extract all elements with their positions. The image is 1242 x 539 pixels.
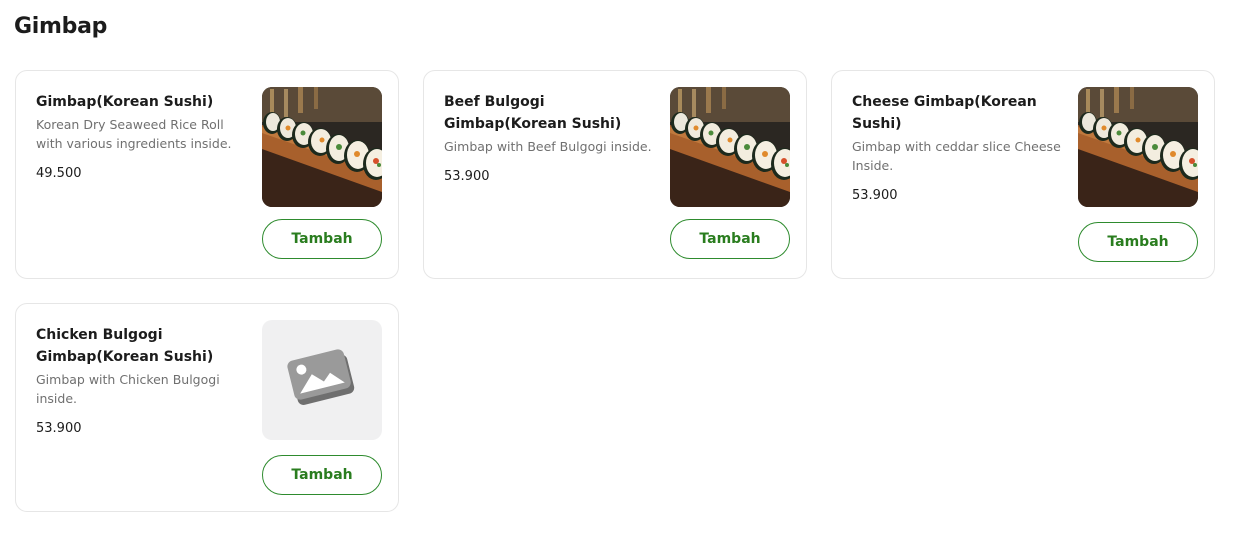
menu-item-card[interactable]: Gimbap(Korean Sushi) Korean Dry Seaweed … [15,70,399,279]
add-to-cart-button[interactable]: Tambah [262,455,382,495]
item-description: Korean Dry Seaweed Rice Roll with variou… [36,117,232,151]
menu-item-card[interactable]: Chicken Bulgogi Gimbap(Korean Sushi) Gim… [15,303,399,512]
item-name: Cheese Gimbap(Korean Sushi) [852,94,1037,132]
add-to-cart-button[interactable]: Tambah [262,219,382,259]
item-description: Gimbap with ceddar slice Cheese Inside. [852,139,1061,173]
menu-item-card[interactable]: Cheese Gimbap(Korean Sushi) Gimbap with … [831,70,1215,279]
item-name: Beef Bulgogi Gimbap(Korean Sushi) [444,94,622,132]
item-photo-placeholder [262,320,382,440]
item-photo[interactable] [670,87,790,207]
add-to-cart-button[interactable]: Tambah [1078,222,1198,262]
item-price: 53.900 [36,421,82,436]
item-price: 53.900 [852,188,898,203]
item-name: Gimbap(Korean Sushi) [36,94,214,110]
add-to-cart-button[interactable]: Tambah [670,219,790,259]
menu-item-card[interactable]: Beef Bulgogi Gimbap(Korean Sushi) Gimbap… [423,70,807,279]
item-description: Gimbap with Chicken Bulgogi inside. [36,372,220,406]
item-photo[interactable] [1078,87,1198,207]
item-info: Chicken Bulgogi Gimbap(Korean Sushi) Gim… [36,324,250,438]
section-title: Gimbap [14,14,108,39]
menu-section: Gimbap Gimbap(Korean Sushi) Korean Dry S… [0,0,1242,539]
item-photo[interactable] [262,87,382,207]
item-info: Gimbap(Korean Sushi) Korean Dry Seaweed … [36,91,250,183]
item-description: Gimbap with Beef Bulgogi inside. [444,139,652,154]
item-info: Cheese Gimbap(Korean Sushi) Gimbap with … [852,91,1066,205]
image-placeholder-icon [287,349,355,405]
item-price: 49.500 [36,166,82,181]
item-name: Chicken Bulgogi Gimbap(Korean Sushi) [36,327,214,365]
item-price: 53.900 [444,169,490,184]
item-info: Beef Bulgogi Gimbap(Korean Sushi) Gimbap… [444,91,658,186]
